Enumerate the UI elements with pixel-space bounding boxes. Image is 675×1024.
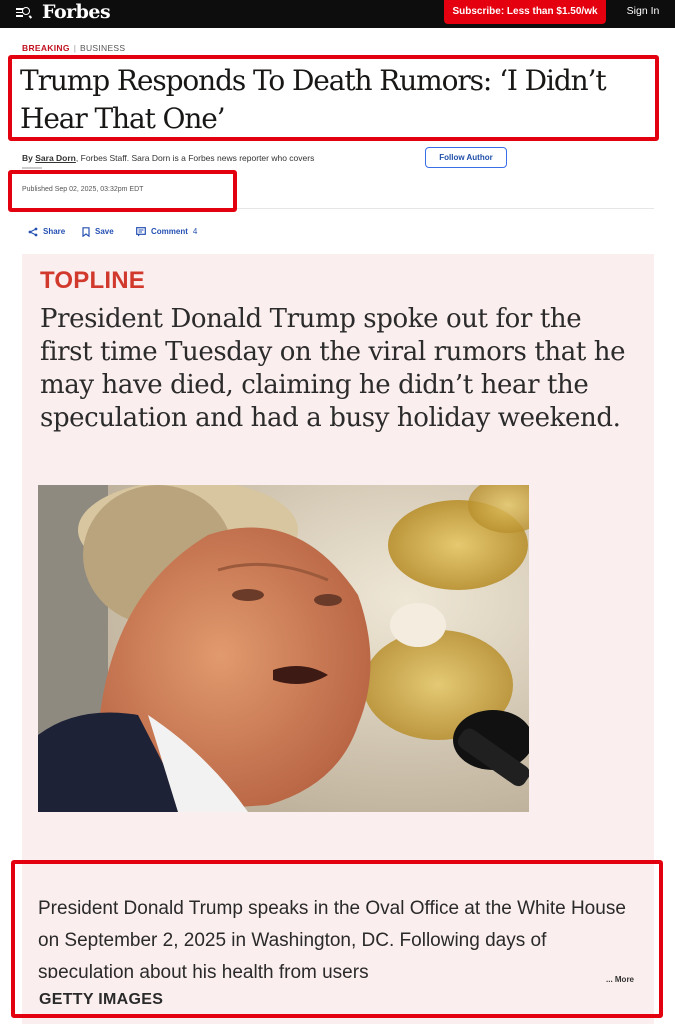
forbes-logo[interactable]: Forbes: [42, 1, 111, 23]
section-link[interactable]: BUSINESS: [80, 43, 125, 53]
topline-summary: President Donald Trump spoke out for the…: [40, 304, 626, 433]
photo-illustration: [38, 485, 529, 812]
comment-button[interactable]: Comment 4: [136, 226, 197, 238]
highlight-box-headline: [8, 55, 659, 141]
comment-icon: [136, 226, 146, 237]
comment-label: Comment: [151, 227, 188, 236]
byline-comma: ,: [75, 153, 79, 163]
bookmark-icon: [82, 227, 90, 237]
topline-label: TOPLINE: [40, 267, 145, 294]
highlight-box-published: [8, 170, 237, 212]
sign-in-link[interactable]: Sign In: [616, 5, 670, 17]
byline: By Sara Dorn, Forbes Staff. Sara Dorn is…: [22, 153, 382, 163]
top-bar: Forbes Subscribe: Less than $1.50/wk Sig…: [0, 0, 675, 28]
save-button[interactable]: Save: [82, 226, 114, 238]
comment-count: 4: [192, 227, 198, 236]
eyebrow: BREAKING | BUSINESS: [22, 43, 125, 53]
highlight-box-caption: [11, 860, 663, 1018]
byline-prefix: By: [22, 153, 33, 163]
follow-author-button[interactable]: Follow Author: [425, 147, 507, 168]
save-label: Save: [95, 227, 114, 236]
author-bio: Sara Dorn is a Forbes news reporter who …: [131, 153, 315, 163]
menu-search-icon[interactable]: [16, 6, 30, 20]
share-icon: [28, 227, 38, 237]
breaking-label: BREAKING: [22, 43, 70, 53]
subscribe-button[interactable]: Subscribe: Less than $1.50/wk: [444, 0, 606, 24]
author-staff: Forbes Staff.: [80, 153, 130, 163]
article-photo[interactable]: [38, 485, 529, 812]
share-label: Share: [43, 227, 66, 236]
eyebrow-divider: |: [73, 43, 76, 53]
author-link[interactable]: Sara Dorn: [35, 153, 76, 163]
share-button[interactable]: Share: [28, 226, 65, 238]
